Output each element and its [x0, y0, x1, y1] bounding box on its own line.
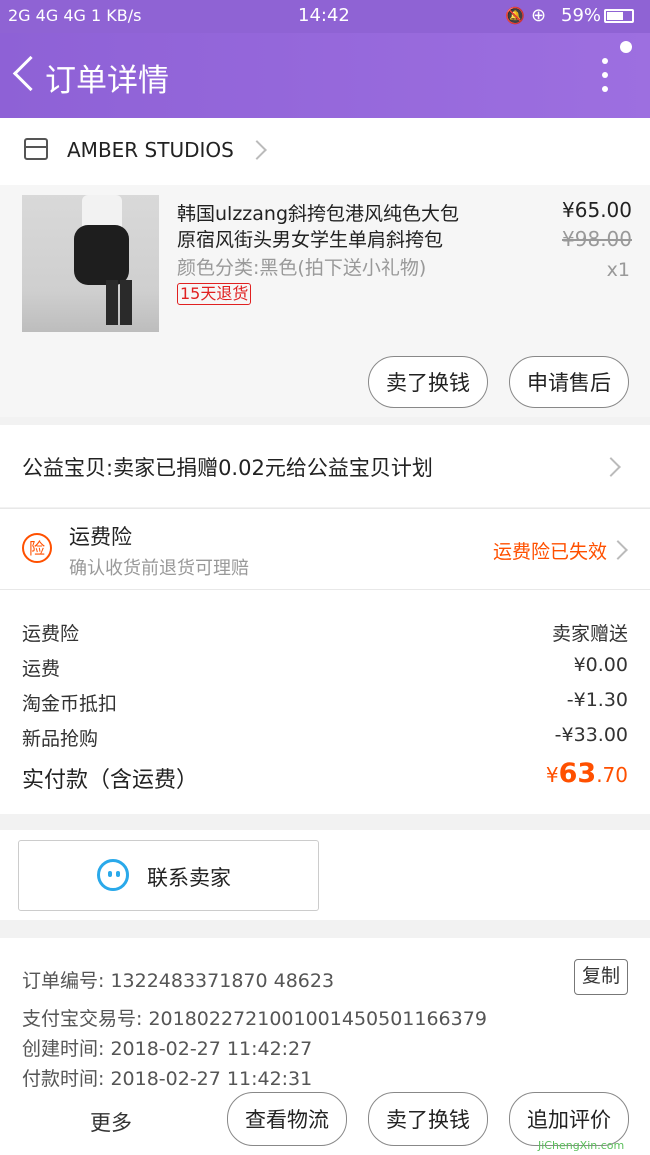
more-menu-icon[interactable]: [600, 58, 610, 98]
sell-button[interactable]: 卖了换钱: [368, 356, 488, 408]
chevron-right-icon: [601, 457, 621, 477]
chevron-right-icon: [247, 140, 267, 160]
contact-section: 联系卖家: [0, 830, 650, 920]
cost-value-insurance: 卖家赠送: [551, 623, 628, 645]
cost-summary: 运费险 卖家赠送 运费 ¥0.00 淘金币抵扣 -¥1.30 新品抢购 -¥33…: [0, 589, 650, 814]
network-status: 2G 4G 4G 1 KB/s: [8, 6, 142, 25]
product-title-line2[interactable]: 原宿风街头男女学生单肩斜挎包: [177, 225, 443, 252]
shop-row[interactable]: AMBER STUDIOS: [0, 118, 650, 185]
total-currency: ¥: [545, 763, 559, 787]
watermark: JiChengXin.com: [538, 1139, 625, 1152]
mute-icon: 🔕: [505, 6, 525, 25]
cost-value-coins: -¥1.30: [566, 689, 628, 711]
cost-label-shipping: 运费: [22, 658, 61, 680]
charity-row[interactable]: 公益宝贝:卖家已捐赠0.02元给公益宝贝计划: [0, 425, 650, 507]
insurance-status: 运费险已失效: [492, 541, 607, 563]
cost-label-coins: 淘金币抵扣: [22, 693, 118, 715]
shop-name[interactable]: AMBER STUDIOS: [67, 138, 234, 162]
chevron-right-icon: [608, 540, 628, 560]
sell-button-footer[interactable]: 卖了换钱: [368, 1092, 488, 1146]
contact-seller-button[interactable]: 联系卖家: [18, 840, 319, 911]
cost-label-insurance: 运费险: [22, 623, 80, 645]
cost-value-shipping: ¥0.00: [573, 654, 628, 676]
total-label: 实付款（含运费）: [22, 768, 199, 793]
shipping-insurance-row[interactable]: 险 运费险 确认收货前退货可理赔 运费险已失效: [0, 508, 650, 589]
back-icon[interactable]: [12, 55, 49, 92]
view-logistics-button[interactable]: 查看物流: [227, 1092, 347, 1146]
lock-icon: ⊕: [531, 5, 547, 26]
total-amount: ¥63.70: [546, 758, 628, 789]
cost-label-flash-sale: 新品抢购: [22, 728, 99, 750]
insurance-subtitle: 确认收货前退货可理赔: [69, 558, 249, 579]
product-title-line1[interactable]: 韩国ulzzang斜挎包港风纯色大包: [177, 199, 459, 226]
page-title: 订单详情: [45, 63, 169, 99]
cost-value-flash-sale: -¥33.00: [554, 724, 628, 746]
insurance-icon: 险: [22, 533, 52, 563]
clock: 14:42: [298, 5, 350, 26]
alipay-transaction-number: 支付宝交易号: 2018022721001001450501166379: [22, 1008, 487, 1030]
created-time: 创建时间: 2018-02-27 11:42:27: [22, 1038, 313, 1060]
bottom-action-bar: 更多 查看物流 卖了换钱 追加评价 JiChengXin.com: [0, 1087, 650, 1155]
chat-bubble-icon: [97, 859, 129, 891]
product-quantity: x1: [606, 259, 630, 281]
add-review-button[interactable]: 追加评价: [509, 1092, 629, 1146]
total-decimal: .70: [596, 763, 628, 787]
app-header: 订单详情: [0, 33, 650, 118]
charity-text: 公益宝贝:卖家已捐赠0.02元给公益宝贝计划: [22, 456, 433, 480]
contact-seller-label: 联系卖家: [147, 866, 231, 890]
order-number: 订单编号: 1322483371870 48623: [22, 970, 335, 992]
product-price: ¥65.00: [562, 198, 632, 222]
battery-percent: 59%: [561, 5, 602, 26]
notification-dot: [620, 41, 632, 53]
copy-button[interactable]: 复制: [574, 959, 628, 995]
after-sale-button[interactable]: 申请售后: [509, 356, 629, 408]
product-image[interactable]: [22, 195, 159, 332]
total-integer: 63: [558, 758, 597, 789]
item-card[interactable]: 韩国ulzzang斜挎包港风纯色大包 原宿风街头男女学生单肩斜挎包 颜色分类:黑…: [0, 185, 650, 417]
product-variant: 颜色分类:黑色(拍下送小礼物): [177, 257, 427, 279]
store-icon: [24, 138, 48, 160]
order-info: 订单编号: 1322483371870 48623 复制 支付宝交易号: 201…: [0, 938, 650, 1090]
more-button[interactable]: 更多: [90, 1107, 132, 1137]
insurance-title: 运费险: [69, 525, 132, 549]
battery-icon: [604, 9, 634, 23]
status-bar: 2G 4G 4G 1 KB/s 14:42 🔕 ⊕ 59%: [0, 0, 650, 33]
original-price: ¥98.00: [562, 227, 632, 251]
return-policy-badge: 15天退货: [177, 283, 252, 305]
